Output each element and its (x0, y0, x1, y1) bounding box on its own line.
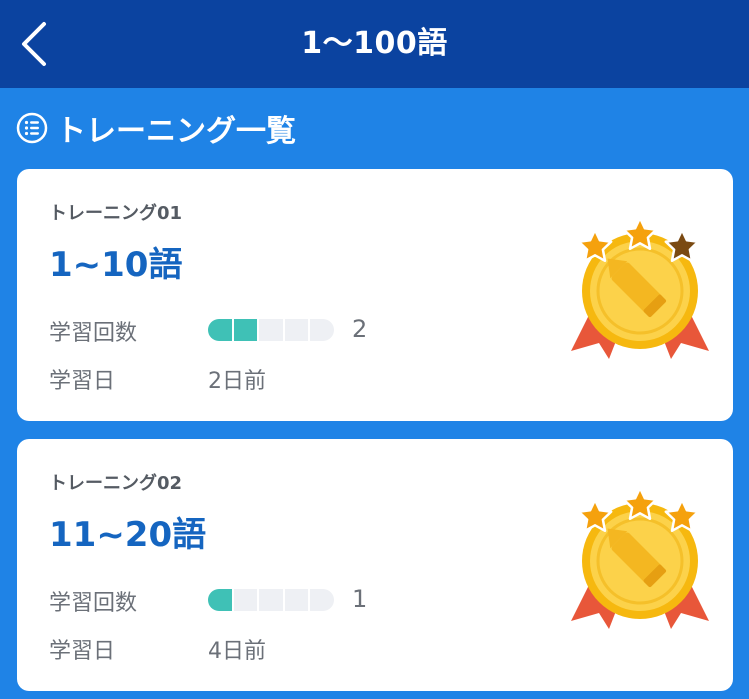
progress-segment (259, 589, 283, 611)
page-title: 1〜100語 (301, 26, 448, 61)
section-header: トレーニング一覧 (16, 110, 296, 149)
list-icon (16, 112, 48, 144)
app-header: 1〜100語 (0, 0, 749, 88)
study-count-value: 1 (352, 585, 368, 613)
study-date-label: 学習日 (49, 369, 116, 394)
study-count-value: 2 (352, 315, 368, 343)
training-card[interactable]: トレーニング01 1~10語 学習回数 2 学習日 2日前 (17, 169, 733, 421)
progress-segment (310, 319, 334, 341)
study-count-label: 学習回数 (49, 321, 138, 346)
progress-segment (259, 319, 283, 341)
training-range: 11~20語 (49, 515, 207, 555)
training-range: 1~10語 (49, 245, 183, 285)
gold-medal-icon (571, 216, 709, 359)
section-title: トレーニング一覧 (56, 114, 296, 149)
gold-medal-icon (571, 486, 709, 629)
progress-segment (284, 589, 309, 611)
study-date-value: 4日前 (208, 639, 266, 664)
training-card[interactable]: トレーニング02 11~20語 学習回数 1 学習日 4日前 (17, 439, 733, 691)
progress-segment (310, 589, 334, 611)
progress-segment (284, 319, 309, 341)
progress-segment (233, 589, 258, 611)
study-count-label: 学習回数 (49, 591, 138, 616)
progress-segment (208, 319, 232, 341)
training-label: トレーニング02 (49, 473, 183, 494)
training-label: トレーニング01 (49, 203, 183, 224)
study-date-value: 2日前 (208, 369, 266, 394)
study-progress-bar (208, 319, 334, 341)
progress-segment (208, 589, 232, 611)
study-date-label: 学習日 (49, 639, 116, 664)
study-progress-bar (208, 589, 334, 611)
progress-segment (233, 319, 258, 341)
